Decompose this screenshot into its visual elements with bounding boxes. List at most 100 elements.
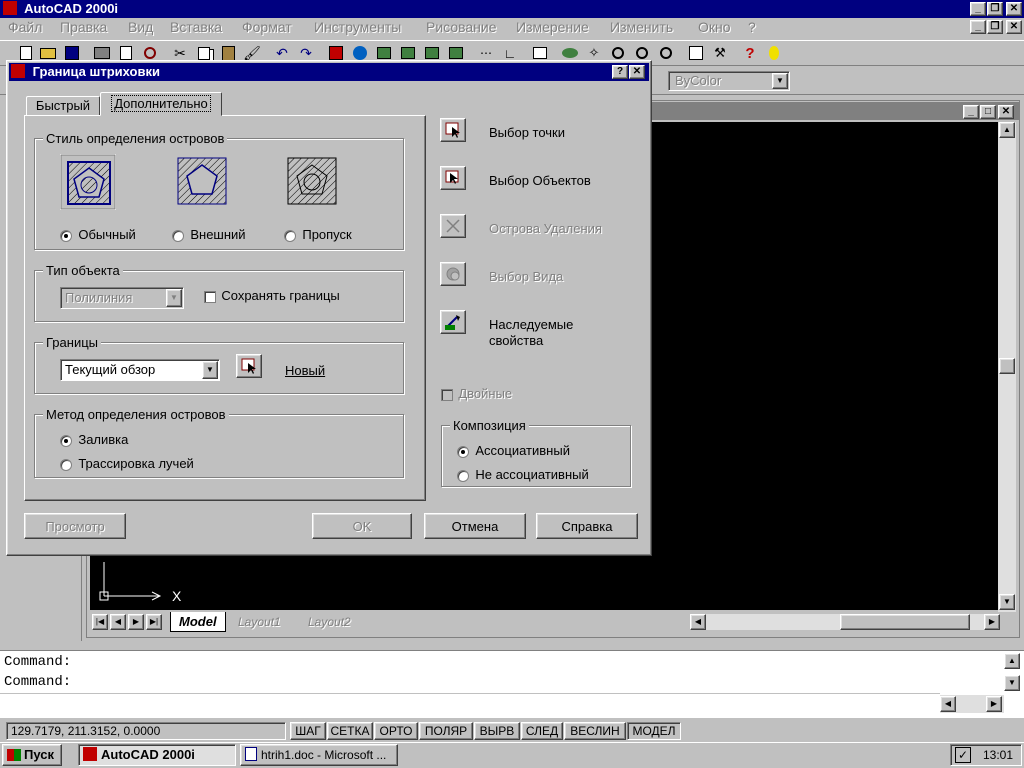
radio-raycast[interactable]: Трассировка лучей: [60, 456, 194, 471]
menu-window[interactable]: Окно: [698, 19, 731, 35]
cmd-scroll-up-icon[interactable]: ▲: [1004, 653, 1020, 669]
object-type-dropdown[interactable]: Полилиния ▼: [60, 287, 184, 309]
radio-outer[interactable]: Внешний: [172, 227, 246, 242]
taskbar-item-word[interactable]: htrih1.doc - Microsoft ...: [240, 744, 398, 766]
menu-edit[interactable]: Правка: [60, 19, 107, 35]
color-dropdown[interactable]: ByColor ▼: [668, 71, 790, 91]
drawing-minimize-button[interactable]: _: [963, 105, 979, 119]
model-toggle[interactable]: МОДЕЛ: [627, 722, 681, 740]
new-feature-icon[interactable]: [764, 43, 784, 63]
radio-nonassociative[interactable]: Не ассоциативный: [457, 467, 589, 482]
cmd-scroll-right-icon[interactable]: ▶: [986, 696, 1002, 712]
tab-advanced[interactable]: Дополнительно: [100, 92, 222, 116]
coordinates-readout[interactable]: 129.7179, 211.3152, 0.0000: [6, 722, 286, 740]
match-icon[interactable]: ⚒: [710, 43, 730, 63]
select-objects-button[interactable]: [440, 166, 466, 190]
help-button[interactable]: Справка: [536, 513, 638, 539]
otrack-toggle[interactable]: СЛЕД: [521, 722, 563, 740]
properties-icon[interactable]: [686, 43, 706, 63]
dialog-close-button[interactable]: ✕: [629, 65, 645, 79]
radio-ignore-dot[interactable]: [284, 229, 296, 242]
radio-associative-dot[interactable]: [457, 445, 469, 458]
tab-next-icon[interactable]: ▶: [128, 614, 144, 630]
snap-toggle[interactable]: ШАГ: [290, 722, 326, 740]
remove-islands-label[interactable]: Острова Удаления: [489, 221, 602, 236]
cmd-scroll-down-icon[interactable]: ▼: [1004, 675, 1020, 691]
tab-first-icon[interactable]: |◀: [92, 614, 108, 630]
island-outer-preview-icon[interactable]: [174, 154, 230, 210]
radio-flood-dot[interactable]: [60, 434, 72, 447]
tab-prev-icon[interactable]: ◀: [110, 614, 126, 630]
minimize-button[interactable]: _: [970, 2, 986, 16]
new-boundary-set-label[interactable]: Новый: [285, 363, 325, 378]
app-title-bar[interactable]: AutoCAD 2000i: [0, 0, 1024, 18]
view-selections-button[interactable]: [440, 262, 466, 286]
preview-button[interactable]: Просмотр: [24, 513, 126, 539]
ortho-toggle[interactable]: ОРТО: [374, 722, 418, 740]
h-scroll-thumb[interactable]: [840, 614, 970, 630]
scroll-up-icon[interactable]: ▲: [999, 122, 1015, 138]
osnap-toggle[interactable]: ВЫРВ: [474, 722, 520, 740]
menu-view[interactable]: Вид: [128, 19, 153, 35]
command-input[interactable]: [0, 693, 940, 717]
taskbar-item-autocad[interactable]: AutoCAD 2000i: [78, 744, 236, 766]
drawing-close-button[interactable]: ✕: [998, 105, 1014, 119]
menu-format[interactable]: Формат: [242, 19, 292, 35]
boundary-set-dropdown[interactable]: Текущий обзор ▼: [60, 359, 220, 381]
cmd-hscroll[interactable]: ◀ ▶: [940, 695, 1004, 713]
menu-help[interactable]: ?: [748, 19, 756, 35]
command-window[interactable]: Command: Command: ▲ ▼ ◀ ▶: [0, 650, 1024, 718]
menu-file[interactable]: Файл: [8, 19, 42, 35]
island-normal-preview-icon[interactable]: [60, 154, 116, 210]
radio-ignore[interactable]: Пропуск: [284, 227, 352, 242]
tab-last-icon[interactable]: ▶|: [146, 614, 162, 630]
grid-toggle[interactable]: СЕТКА: [327, 722, 373, 740]
menu-insert[interactable]: Вставка: [170, 19, 222, 35]
menu-tools[interactable]: Инструменты: [314, 19, 401, 35]
menu-modify[interactable]: Изменить: [610, 19, 673, 35]
ok-button[interactable]: OK: [312, 513, 412, 539]
tab-layout1[interactable]: Layout1: [232, 612, 287, 632]
tab-layout2[interactable]: Layout2: [302, 612, 357, 632]
inherit-properties-label[interactable]: Наследуемые свойства: [489, 317, 599, 349]
remove-islands-button[interactable]: [440, 214, 466, 238]
restore-button[interactable]: ❐: [987, 2, 1003, 16]
drawing-maximize-button[interactable]: □: [980, 105, 996, 119]
select-objects-label[interactable]: Выбор Объектов: [489, 173, 591, 188]
new-boundary-set-button[interactable]: [236, 354, 262, 378]
radio-flood[interactable]: Заливка: [60, 432, 128, 447]
radio-normal[interactable]: Обычный: [60, 227, 136, 242]
horizontal-scrollbar[interactable]: ◀ ▶: [690, 614, 1000, 630]
island-ignore-preview-icon[interactable]: [284, 154, 340, 210]
menu-dimension[interactable]: Измерение: [516, 19, 589, 35]
view-selections-label[interactable]: Выбор Вида: [489, 269, 563, 284]
radio-raycast-dot[interactable]: [60, 458, 72, 471]
doc-minimize-button[interactable]: _: [970, 20, 986, 34]
pick-points-button[interactable]: [440, 118, 466, 142]
help-icon[interactable]: ?: [740, 43, 760, 63]
radio-nonassociative-dot[interactable]: [457, 469, 469, 482]
doc-restore-button[interactable]: ❐: [987, 20, 1003, 34]
radio-outer-dot[interactable]: [172, 229, 184, 242]
radio-normal-dot[interactable]: [60, 229, 72, 242]
retain-boundaries-checkbox[interactable]: Сохранять границы: [204, 288, 340, 303]
double-checkbox-box[interactable]: [441, 388, 453, 401]
close-button[interactable]: ✕: [1006, 2, 1022, 16]
scroll-left-icon[interactable]: ◀: [690, 614, 706, 630]
zoom-extents-icon[interactable]: [656, 43, 676, 63]
cmd-scroll-left-icon[interactable]: ◀: [940, 696, 956, 712]
tab-model[interactable]: Model: [170, 612, 226, 632]
dialog-title-bar[interactable]: Граница штриховки: [9, 63, 649, 81]
scroll-thumb[interactable]: [999, 358, 1015, 374]
radio-associative[interactable]: Ассоциативный: [457, 443, 570, 458]
doc-close-button[interactable]: ✕: [1006, 20, 1022, 34]
start-button[interactable]: Пуск: [2, 744, 62, 766]
object-type-chevron-icon[interactable]: ▼: [166, 289, 182, 307]
boundary-set-chevron-icon[interactable]: ▼: [202, 361, 218, 379]
menu-draw[interactable]: Рисование: [426, 19, 497, 35]
inherit-properties-button[interactable]: [440, 310, 466, 334]
cancel-button[interactable]: Отмена: [424, 513, 526, 539]
chevron-down-icon[interactable]: ▼: [772, 73, 788, 89]
scroll-down-icon[interactable]: ▼: [999, 594, 1015, 610]
lwt-toggle[interactable]: ВЕСЛИН: [564, 722, 626, 740]
